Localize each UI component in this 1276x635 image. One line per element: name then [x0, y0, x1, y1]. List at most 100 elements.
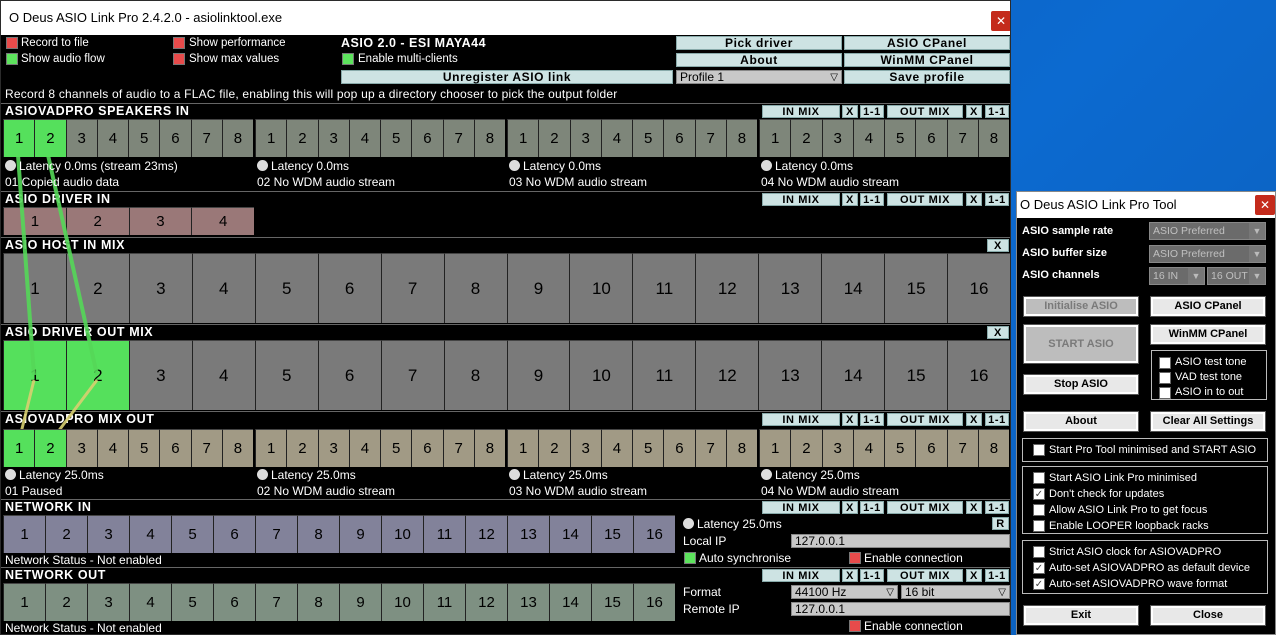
local-ip-input[interactable]: 127.0.0.1 — [791, 534, 1010, 548]
mix-out-channel[interactable]: 1 — [255, 429, 287, 467]
mix-out-channel[interactable]: 8 — [725, 429, 757, 467]
main-close-button[interactable]: ✕ — [991, 11, 1010, 31]
option-checkbox[interactable] — [1033, 504, 1045, 516]
network-in-channel[interactable]: 9 — [339, 515, 381, 553]
mix-out-channel[interactable]: 2 — [790, 429, 822, 467]
network-out-out-mix-button[interactable]: OUT MIX — [887, 569, 963, 582]
network-in-channel[interactable]: 14 — [549, 515, 591, 553]
sample-rate-select[interactable]: ASIO Preferred ▼ — [1149, 222, 1266, 240]
speakers-out-mix-clear-button[interactable]: X — [966, 105, 982, 118]
mix-out-channel[interactable]: 5 — [128, 429, 160, 467]
speakers-in-channel[interactable]: 4 — [348, 119, 380, 157]
option-checkbox[interactable] — [1033, 520, 1045, 532]
mix-out-channel[interactable]: 4 — [852, 429, 884, 467]
mix-out-channel[interactable]: 7 — [442, 429, 474, 467]
mix-out-channel[interactable]: 5 — [632, 429, 664, 467]
mix-out-channel[interactable]: 1 — [759, 429, 791, 467]
mix-out-channel[interactable]: 4 — [348, 429, 380, 467]
start-pro-minimised-checkbox[interactable] — [1033, 444, 1045, 456]
test-tone-checkbox[interactable] — [1159, 357, 1171, 369]
mix-out-channel[interactable]: 7 — [946, 429, 978, 467]
tool-winmm-cpanel-button[interactable]: WinMM CPanel — [1150, 324, 1266, 345]
driver-in-in-one-one-button[interactable]: 1-1 — [860, 193, 884, 206]
network-in-out-mix-button[interactable]: OUT MIX — [887, 501, 963, 514]
speakers-in-channel[interactable]: 7 — [190, 119, 222, 157]
speakers-in-channel[interactable]: 2 — [538, 119, 570, 157]
mix-out-channel[interactable]: 4 — [600, 429, 632, 467]
mix-out-channel[interactable]: 2 — [34, 429, 66, 467]
option-checkbox[interactable]: ✓ — [1033, 488, 1045, 500]
speakers-in-channel[interactable]: 8 — [221, 119, 253, 157]
channels-out-select[interactable]: 16 OUT ▼ — [1207, 267, 1266, 285]
network-in-channel[interactable]: 2 — [45, 515, 87, 553]
speakers-in-mix-button[interactable]: IN MIX — [762, 105, 840, 118]
mix-out-channel[interactable]: 6 — [663, 429, 695, 467]
mix-out-channel[interactable]: 8 — [473, 429, 505, 467]
speakers-in-mix-clear-button[interactable]: X — [842, 105, 858, 118]
option-checkbox[interactable] — [1033, 546, 1045, 558]
mix-out-channel[interactable]: 3 — [65, 429, 97, 467]
driver-in-in-mix-button[interactable]: IN MIX — [762, 193, 840, 206]
network-out-out-one-one-button[interactable]: 1-1 — [985, 569, 1009, 582]
speakers-in-channel[interactable]: 4 — [852, 119, 884, 157]
driver-in-out-mix-clear-button[interactable]: X — [966, 193, 982, 206]
network-in-channel[interactable]: 12 — [465, 515, 507, 553]
speakers-in-channel[interactable]: 6 — [915, 119, 947, 157]
speakers-in-channel[interactable]: 1 — [255, 119, 287, 157]
speakers-in-channel[interactable]: 7 — [946, 119, 978, 157]
network-out-channel[interactable]: 4 — [129, 583, 171, 621]
speakers-in-channel[interactable]: 8 — [725, 119, 757, 157]
mix-out-in-mix-button[interactable]: IN MIX — [762, 413, 840, 426]
network-in-channel[interactable]: 15 — [591, 515, 633, 553]
network-in-channel[interactable]: 8 — [297, 515, 339, 553]
network-in-out-mix-clear-button[interactable]: X — [966, 501, 982, 514]
network-out-channel[interactable]: 16 — [633, 583, 675, 621]
speakers-in-channel[interactable]: 4 — [96, 119, 128, 157]
speakers-in-channel[interactable]: 6 — [159, 119, 191, 157]
speakers-in-channel[interactable]: 3 — [65, 119, 97, 157]
speakers-in-channel[interactable]: 1 — [507, 119, 539, 157]
speakers-in-channel[interactable]: 2 — [790, 119, 822, 157]
speakers-in-channel[interactable]: 5 — [128, 119, 160, 157]
option-checkbox[interactable] — [1033, 472, 1045, 484]
mix-out-channel[interactable]: 2 — [286, 429, 318, 467]
speakers-in-channel[interactable]: 2 — [286, 119, 318, 157]
network-out-channel[interactable]: 1 — [3, 583, 45, 621]
network-in-channel[interactable]: 1 — [3, 515, 45, 553]
mix-out-channel[interactable]: 8 — [977, 429, 1009, 467]
speakers-out-mix-button[interactable]: OUT MIX — [887, 105, 963, 118]
mix-out-channel[interactable]: 2 — [538, 429, 570, 467]
channels-in-select[interactable]: 16 IN ▼ — [1149, 267, 1205, 285]
network-out-channel[interactable]: 15 — [591, 583, 633, 621]
tool-asio-cpanel-button[interactable]: ASIO CPanel — [1150, 296, 1266, 317]
mix-out-channel[interactable]: 4 — [96, 429, 128, 467]
enable-connection-in-checkbox[interactable] — [849, 552, 861, 564]
mix-out-channel[interactable]: 5 — [884, 429, 916, 467]
test-tone-checkbox[interactable] — [1159, 387, 1171, 399]
exit-button[interactable]: Exit — [1023, 605, 1139, 626]
mix-out-channel[interactable]: 6 — [915, 429, 947, 467]
mix-out-channel[interactable]: 3 — [569, 429, 601, 467]
speakers-in-channel[interactable]: 3 — [317, 119, 349, 157]
network-in-channel[interactable]: 4 — [129, 515, 171, 553]
network-out-channel[interactable]: 11 — [423, 583, 465, 621]
stop-asio-button[interactable]: Stop ASIO — [1023, 374, 1139, 395]
speakers-in-channel[interactable]: 2 — [34, 119, 66, 157]
driver-in-in-mix-clear-button[interactable]: X — [842, 193, 858, 206]
mix-out-channel[interactable]: 1 — [3, 429, 35, 467]
mix-out-out-one-one-button[interactable]: 1-1 — [985, 413, 1009, 426]
network-out-channel[interactable]: 6 — [213, 583, 255, 621]
speakers-in-channel[interactable]: 5 — [884, 119, 916, 157]
network-out-channel[interactable]: 7 — [255, 583, 297, 621]
speakers-in-channel[interactable]: 1 — [3, 119, 35, 157]
network-in-channel[interactable]: 7 — [255, 515, 297, 553]
speakers-in-channel[interactable]: 6 — [411, 119, 443, 157]
network-out-in-one-one-button[interactable]: 1-1 — [860, 569, 884, 582]
latency-knob-icon[interactable] — [683, 518, 694, 529]
mix-out-out-mix-button[interactable]: OUT MIX — [887, 413, 963, 426]
mix-out-channel[interactable]: 8 — [221, 429, 253, 467]
network-out-channel[interactable]: 13 — [507, 583, 549, 621]
network-out-in-mix-button[interactable]: IN MIX — [762, 569, 840, 582]
speakers-in-channel[interactable]: 3 — [821, 119, 853, 157]
tool-close-button[interactable]: ✕ — [1255, 195, 1275, 215]
